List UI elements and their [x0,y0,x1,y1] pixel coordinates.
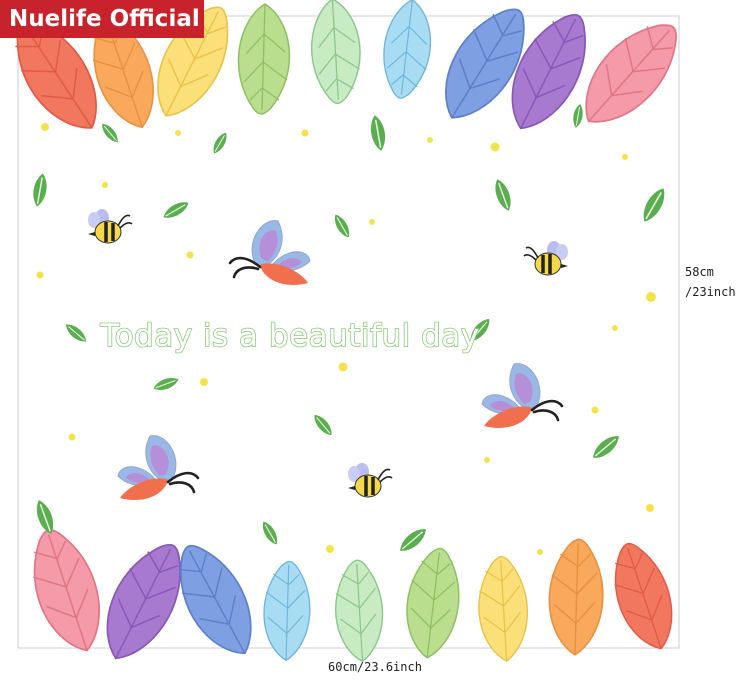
slogan-text: Today is a beautiful day [100,317,480,355]
height-inch-label: /23inch [685,285,736,299]
height-dimension-label: 58cm /23inch [685,262,736,302]
height-cm-label: 58cm [685,265,714,279]
width-dimension-label: 60cm/23.6inch [328,660,422,674]
brand-badge: Nuelife Official [0,0,204,38]
